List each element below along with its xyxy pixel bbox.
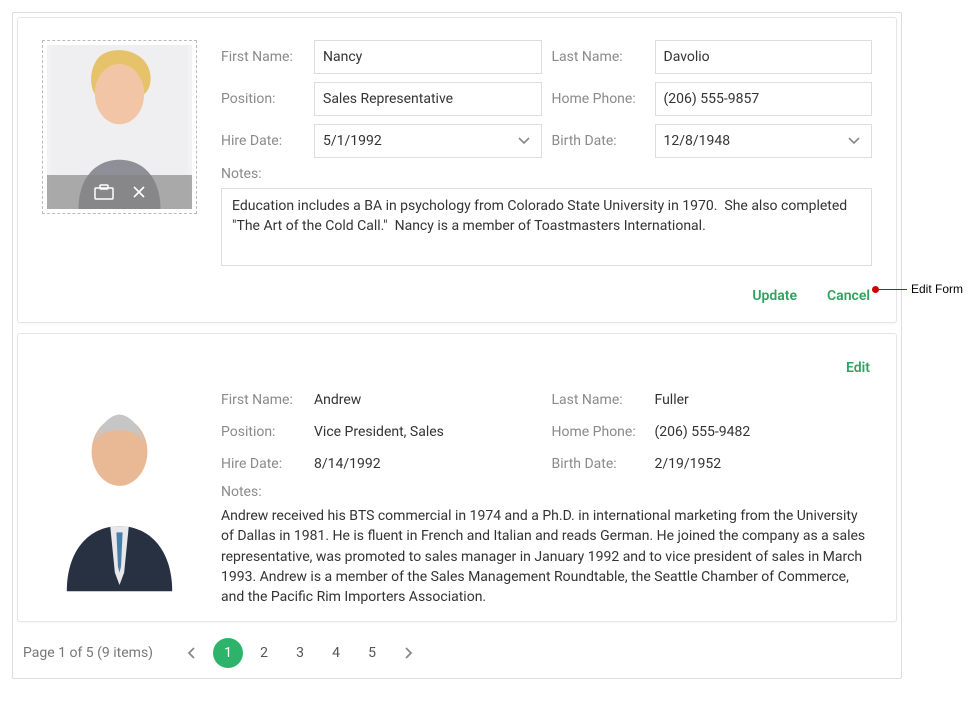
last-name-value: Fuller: [655, 388, 873, 412]
first-name-value: Andrew: [314, 388, 542, 412]
pager-info: Page 1 of 5 (9 items): [23, 645, 153, 661]
position-label: Position:: [221, 91, 306, 107]
position-label: Position:: [221, 424, 306, 440]
birth-date-picker[interactable]: 12/8/1948: [655, 124, 873, 158]
annotation-callout: Edit Form: [875, 282, 963, 296]
first-name-input[interactable]: Nancy: [314, 40, 542, 74]
last-name-input[interactable]: Davolio: [655, 40, 873, 74]
person-silhouette-icon: [42, 388, 197, 593]
photo-toolbar: [47, 175, 192, 209]
pager-page-2[interactable]: 2: [249, 638, 279, 668]
chevron-left-icon: [187, 647, 197, 659]
notes-textarea[interactable]: [221, 188, 872, 266]
hire-date-label: Hire Date:: [221, 456, 306, 472]
annotation-text: Edit Form: [911, 282, 963, 296]
notes-label: Notes:: [221, 166, 306, 182]
read-card: Edit First Name:: [17, 333, 897, 622]
photo-upload[interactable]: [42, 40, 197, 214]
upload-photo-icon[interactable]: [94, 184, 114, 200]
home-phone-label: Home Phone:: [552, 424, 647, 440]
update-button[interactable]: Update: [750, 284, 799, 308]
birth-date-label: Birth Date:: [552, 133, 647, 149]
position-input[interactable]: Sales Representative: [314, 82, 542, 116]
pager-page-5[interactable]: 5: [357, 638, 387, 668]
first-name-label: First Name:: [221, 49, 306, 65]
last-name-label: Last Name:: [552, 392, 647, 408]
chevron-down-icon[interactable]: [511, 128, 537, 154]
first-name-label: First Name:: [221, 392, 306, 408]
edit-button[interactable]: Edit: [844, 356, 872, 380]
pager: Page 1 of 5 (9 items) 1 2 3 4 5: [17, 632, 897, 674]
photo-area: [42, 40, 197, 270]
pager-next[interactable]: [393, 638, 423, 668]
chevron-right-icon: [403, 647, 413, 659]
pager-page-4[interactable]: 4: [321, 638, 351, 668]
home-phone-input[interactable]: (206) 555-9857: [655, 82, 873, 116]
edit-card: First Name: Nancy Last Name: Davolio Pos…: [17, 17, 897, 323]
hire-date-picker[interactable]: 5/1/1992: [314, 124, 542, 158]
birth-date-value: 2/19/1952: [655, 452, 873, 476]
pager-prev[interactable]: [177, 638, 207, 668]
birth-date-label: Birth Date:: [552, 456, 647, 472]
position-value: Vice President, Sales: [314, 420, 542, 444]
cancel-button[interactable]: Cancel: [825, 284, 872, 308]
hire-date-value: 8/14/1992: [314, 452, 542, 476]
notes-value: Andrew received his BTS commercial in 19…: [221, 506, 872, 607]
last-name-label: Last Name:: [552, 49, 647, 65]
remove-photo-icon[interactable]: [132, 185, 146, 199]
chevron-down-icon[interactable]: [841, 128, 867, 154]
photo-area: [42, 388, 197, 607]
employee-photo-andrew: [42, 388, 197, 593]
pager-page-1[interactable]: 1: [213, 638, 243, 668]
records-container: First Name: Nancy Last Name: Davolio Pos…: [12, 12, 902, 679]
home-phone-value: (206) 555-9482: [655, 420, 873, 444]
pager-page-3[interactable]: 3: [285, 638, 315, 668]
home-phone-label: Home Phone:: [552, 91, 647, 107]
notes-label: Notes:: [221, 484, 306, 500]
hire-date-label: Hire Date:: [221, 133, 306, 149]
